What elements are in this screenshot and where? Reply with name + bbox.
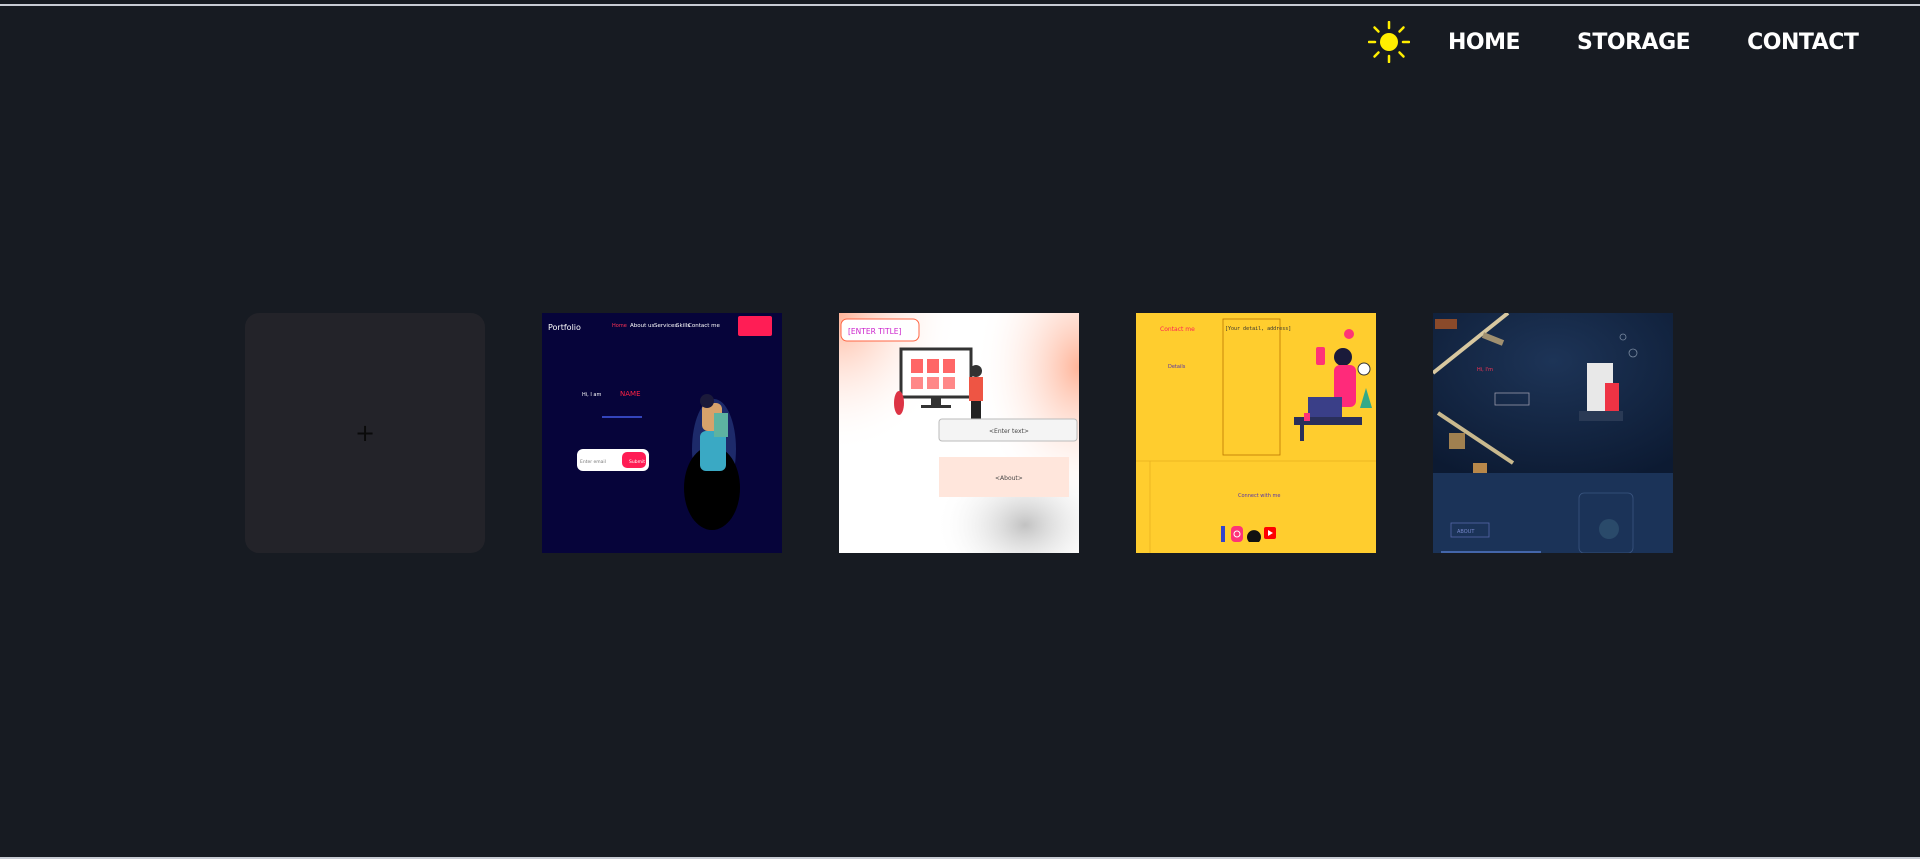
- thumb-text: <Enter text>: [989, 428, 1029, 435]
- thumb-text: Hi, I'm: [1477, 367, 1493, 373]
- thumb-text: [ENTER TITLE]: [848, 327, 901, 336]
- thumb-text: About us: [630, 323, 654, 329]
- sun-icon: [1367, 20, 1411, 64]
- thumb-text: Submit: [629, 459, 645, 465]
- thumb-text: Details: [1168, 364, 1186, 370]
- template-card-contact[interactable]: Contact me [Your detail, address] Detail…: [1136, 313, 1376, 553]
- theme-toggle-button[interactable]: [1367, 20, 1411, 64]
- add-template-card[interactable]: +: [245, 313, 485, 553]
- thumb-text: Contact me: [688, 323, 721, 329]
- thumb-text: Enter email: [580, 459, 606, 465]
- template-thumbnail: Hi, I'm ABOUT: [1433, 313, 1673, 553]
- template-card-portfolio[interactable]: Portfolio Home About us Services Skills …: [542, 313, 782, 553]
- template-card-title[interactable]: [ENTER TITLE] <Enter text> <About>: [839, 313, 1079, 553]
- thumb-text: Contact me: [1160, 326, 1195, 333]
- thumb-text: Connect with me: [1238, 493, 1280, 499]
- template-gallery: + Portfolio Home About us Services Skill…: [245, 313, 1673, 553]
- thumb-text: ABOUT: [1457, 529, 1475, 535]
- top-nav: HOME STORAGE CONTACT: [1367, 20, 1859, 64]
- thumb-text: <About>: [995, 475, 1023, 482]
- template-thumbnail: Contact me [Your detail, address] Detail…: [1136, 313, 1376, 553]
- thumb-text: Home: [612, 323, 627, 329]
- template-thumbnail: [ENTER TITLE] <Enter text> <About>: [839, 313, 1079, 553]
- thumb-text: [Your detail, address]: [1225, 326, 1291, 332]
- nav-home-link[interactable]: HOME: [1448, 30, 1521, 55]
- thumb-text: Hi, I am: [582, 392, 601, 398]
- template-card-workspace[interactable]: Hi, I'm ABOUT: [1433, 313, 1673, 553]
- nav-contact-link[interactable]: CONTACT: [1747, 30, 1859, 55]
- thumb-text: Services: [654, 323, 677, 329]
- top-border-line: [0, 4, 1920, 6]
- thumb-text: Portfolio: [548, 323, 581, 332]
- nav-storage-link[interactable]: STORAGE: [1577, 30, 1691, 55]
- plus-icon: +: [354, 419, 376, 447]
- template-thumbnail: Portfolio Home About us Services Skills …: [542, 313, 782, 553]
- thumb-text: NAME: [620, 390, 641, 398]
